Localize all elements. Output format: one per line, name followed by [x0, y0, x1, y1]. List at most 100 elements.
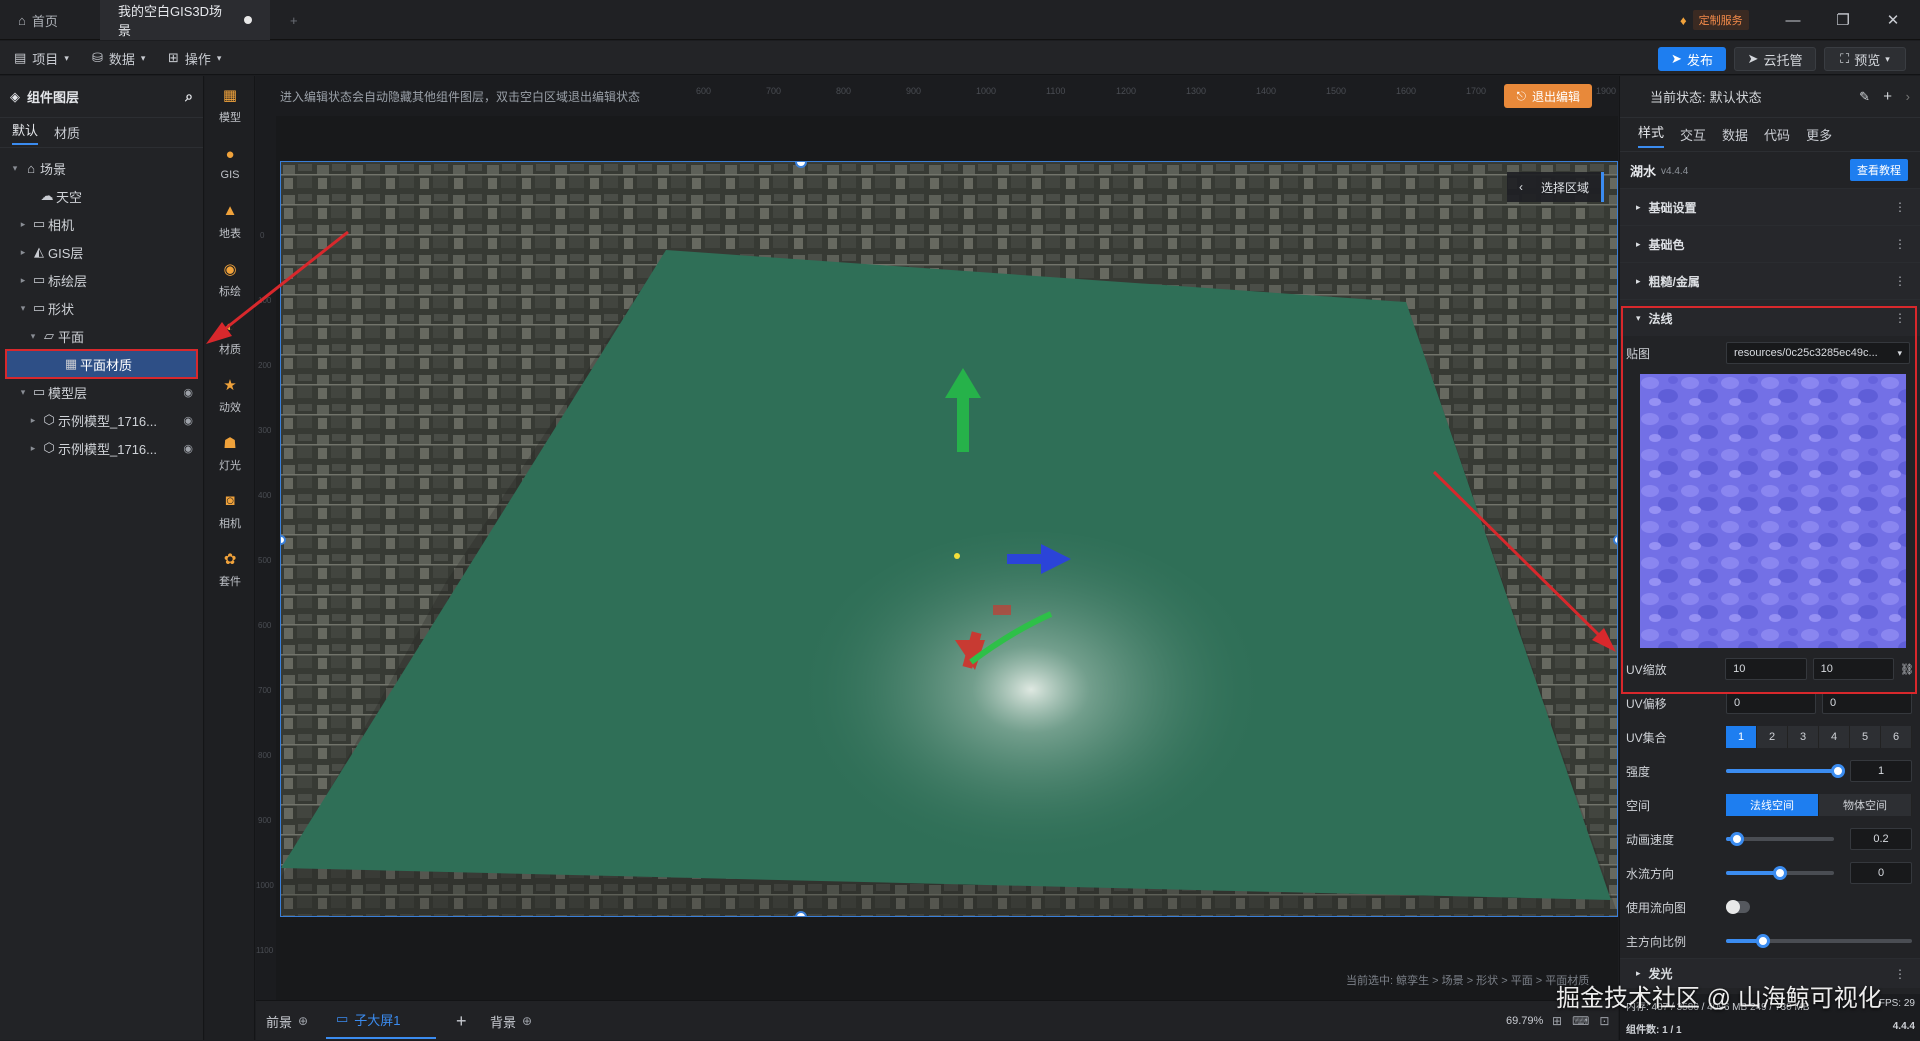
exit-edit-button[interactable]: ⎋ 退出编辑 — [1504, 84, 1592, 108]
add-circle-icon[interactable]: ⊕ — [298, 1014, 308, 1028]
tab-default[interactable]: 默认 — [12, 120, 39, 145]
minimize-button[interactable]: — — [1770, 0, 1816, 40]
search-icon[interactable]: ⌕ — [185, 88, 193, 105]
tree-item-plane-material[interactable]: ▦ 平面材质 — [5, 349, 198, 379]
more-vertical-icon[interactable]: ⋮ — [1894, 200, 1906, 214]
icon-btn-effect[interactable]: ★ 动效 — [205, 366, 255, 424]
tree-item-camera[interactable]: ▸ ▭ 相机 — [0, 210, 203, 238]
tree-item-model-1[interactable]: ▸ ⬡ 示例模型_1716... ◉ — [0, 406, 203, 434]
tab-material[interactable]: 材质 — [54, 123, 80, 142]
strength-slider-knob[interactable] — [1831, 764, 1845, 778]
tutorial-button[interactable]: 查看教程 — [1850, 159, 1908, 181]
tab-scene[interactable]: 我的空白GIS3D场景 — [100, 0, 270, 40]
restore-button[interactable]: ❐ — [1820, 0, 1866, 40]
zoom-level[interactable]: 69.79% — [1506, 1001, 1543, 1041]
tab-data[interactable]: 数据 — [1722, 125, 1748, 144]
icon-btn-kit[interactable]: ✿ 套件 — [205, 540, 255, 598]
fit-screen-icon[interactable]: ⊞ — [1552, 1014, 1562, 1028]
tree-item-plane[interactable]: ▾ ▱ 平面 — [0, 322, 203, 350]
icon-btn-camera[interactable]: ◙ 相机 — [205, 482, 255, 540]
icon-btn-material[interactable]: ◐ 材质 — [205, 308, 255, 366]
uv-set-option-3[interactable]: 3 — [1788, 726, 1819, 748]
add-tab-button[interactable]: + — [272, 0, 308, 40]
icon-btn-model[interactable]: ▦ 模型 — [205, 76, 255, 134]
space-option-normal[interactable]: 法线空间 — [1726, 794, 1819, 816]
flow-direction-slider[interactable] — [1726, 866, 1834, 880]
preview-button[interactable]: ⛶ 预览 ▾ — [1824, 47, 1906, 71]
eye-hidden-icon[interactable]: ◉ — [183, 386, 193, 399]
expand-arrow-icon[interactable]: ▸ — [26, 415, 40, 426]
tab-more[interactable]: 更多 — [1806, 125, 1832, 144]
more-vertical-icon[interactable]: ⋮ — [1894, 274, 1906, 288]
cloud-hosting-button[interactable]: ➤ 云托管 — [1734, 47, 1816, 71]
uv-set-option-5[interactable]: 5 — [1850, 726, 1881, 748]
keyboard-icon[interactable]: ⌨ — [1572, 1014, 1589, 1028]
strength-slider[interactable] — [1726, 764, 1845, 778]
screen-tab[interactable]: ▭ 子大屏1 — [326, 1001, 436, 1039]
chevron-right-icon[interactable]: › — [1906, 89, 1910, 104]
expand-arrow-icon[interactable]: ▾ — [16, 387, 30, 398]
tree-item-plot[interactable]: ▸ ▭ 标绘层 — [0, 266, 203, 294]
section-roughness-metal[interactable]: ▸ 粗糙/金属 ⋮ — [1620, 262, 1920, 299]
expand-arrow-icon[interactable]: ▸ — [26, 443, 40, 454]
tree-item-gis[interactable]: ▸ ◭ GIS层 — [0, 238, 203, 266]
more-vertical-icon[interactable]: ⋮ — [1894, 967, 1906, 981]
menu-operate[interactable]: ⊞ 操作 ▾ — [168, 41, 221, 75]
uv-offset-x-input[interactable]: 0 — [1726, 692, 1816, 714]
tree-item-scene[interactable]: ▾ ⌂ 场景 — [0, 154, 203, 182]
plus-icon[interactable]: + — [1883, 88, 1892, 105]
tree-item-model-layer[interactable]: ▾ ▭ 模型层 ◉ — [0, 378, 203, 406]
add-circle-icon[interactable]: ⊕ — [522, 1014, 532, 1028]
expand-arrow-icon[interactable]: ▾ — [8, 163, 22, 174]
expand-arrow-icon[interactable]: ▾ — [16, 303, 30, 314]
tree-item-model-2[interactable]: ▸ ⬡ 示例模型_1716... ◉ — [0, 434, 203, 462]
section-basic-settings[interactable]: ▸ 基础设置 ⋮ — [1620, 188, 1920, 225]
uv-offset-y-input[interactable]: 0 — [1822, 692, 1912, 714]
close-button[interactable]: ✕ — [1870, 0, 1916, 40]
expand-arrow-icon[interactable]: ▾ — [26, 331, 40, 342]
background-tab[interactable]: 背景 ⊕ — [490, 1001, 532, 1041]
main-dir-ratio-slider-knob[interactable] — [1756, 934, 1771, 948]
terminal-icon[interactable]: ⊡ — [1599, 1014, 1609, 1028]
eye-hidden-icon[interactable]: ◉ — [183, 442, 193, 455]
custom-service-button[interactable]: ♦ 定制服务 — [1680, 10, 1749, 30]
tree-item-sky[interactable]: ☁ 天空 — [0, 182, 203, 210]
expand-arrow-icon[interactable]: ▸ — [16, 275, 30, 286]
tab-interaction[interactable]: 交互 — [1680, 125, 1706, 144]
icon-btn-terrain[interactable]: ▲ 地表 — [205, 192, 255, 250]
use-flow-map-toggle[interactable] — [1726, 900, 1750, 914]
anim-speed-input[interactable]: 0.2 — [1850, 828, 1912, 850]
tree-item-shape[interactable]: ▾ ▭ 形状 — [0, 294, 203, 322]
tab-code[interactable]: 代码 — [1764, 125, 1790, 144]
icon-btn-gis[interactable]: ● GIS — [205, 134, 255, 192]
section-base-color[interactable]: ▸ 基础色 ⋮ — [1620, 225, 1920, 262]
main-dir-ratio-slider[interactable] — [1726, 934, 1912, 948]
flow-direction-slider-knob[interactable] — [1773, 866, 1787, 880]
select-region-button[interactable]: ‹ 选择区域 — [1506, 172, 1604, 202]
publish-button[interactable]: ➤ 发布 — [1658, 47, 1726, 71]
3d-scene-viewport[interactable] — [280, 161, 1618, 917]
uv-set-option-6[interactable]: 6 — [1881, 726, 1912, 748]
menu-project[interactable]: ▤ 项目 ▾ — [14, 41, 69, 75]
eye-hidden-icon[interactable]: ◉ — [183, 414, 193, 427]
uv-set-option-2[interactable]: 2 — [1757, 726, 1788, 748]
anim-speed-slider-knob[interactable] — [1729, 832, 1744, 846]
foreground-tab[interactable]: 前景 ⊕ — [266, 1001, 308, 1041]
more-vertical-icon[interactable]: ⋮ — [1894, 237, 1906, 251]
state-value[interactable]: 默认状态 — [1710, 87, 1762, 106]
tab-home[interactable]: ⌂ 首页 — [0, 0, 88, 40]
edit-icon[interactable]: ✎ — [1859, 89, 1870, 105]
editor-canvas[interactable]: 600 700 800 900 1000 1100 1200 1300 1400… — [256, 76, 1618, 1000]
icon-btn-light[interactable]: ☗ 灯光 — [205, 424, 255, 482]
uv-set-option-4[interactable]: 4 — [1819, 726, 1850, 748]
anim-speed-slider[interactable] — [1726, 832, 1834, 846]
uv-set-option-1[interactable]: 1 — [1726, 726, 1757, 748]
flow-direction-input[interactable]: 0 — [1850, 862, 1912, 884]
expand-arrow-icon[interactable]: ▸ — [16, 219, 30, 230]
add-screen-button[interactable]: + — [456, 1001, 467, 1041]
icon-btn-plot[interactable]: ◉ 标绘 — [205, 250, 255, 308]
tab-style[interactable]: 样式 — [1638, 122, 1665, 148]
menu-data[interactable]: ⛁ 数据 ▾ — [92, 41, 145, 75]
space-option-object[interactable]: 物体空间 — [1819, 794, 1912, 816]
strength-input[interactable]: 1 — [1850, 760, 1912, 782]
